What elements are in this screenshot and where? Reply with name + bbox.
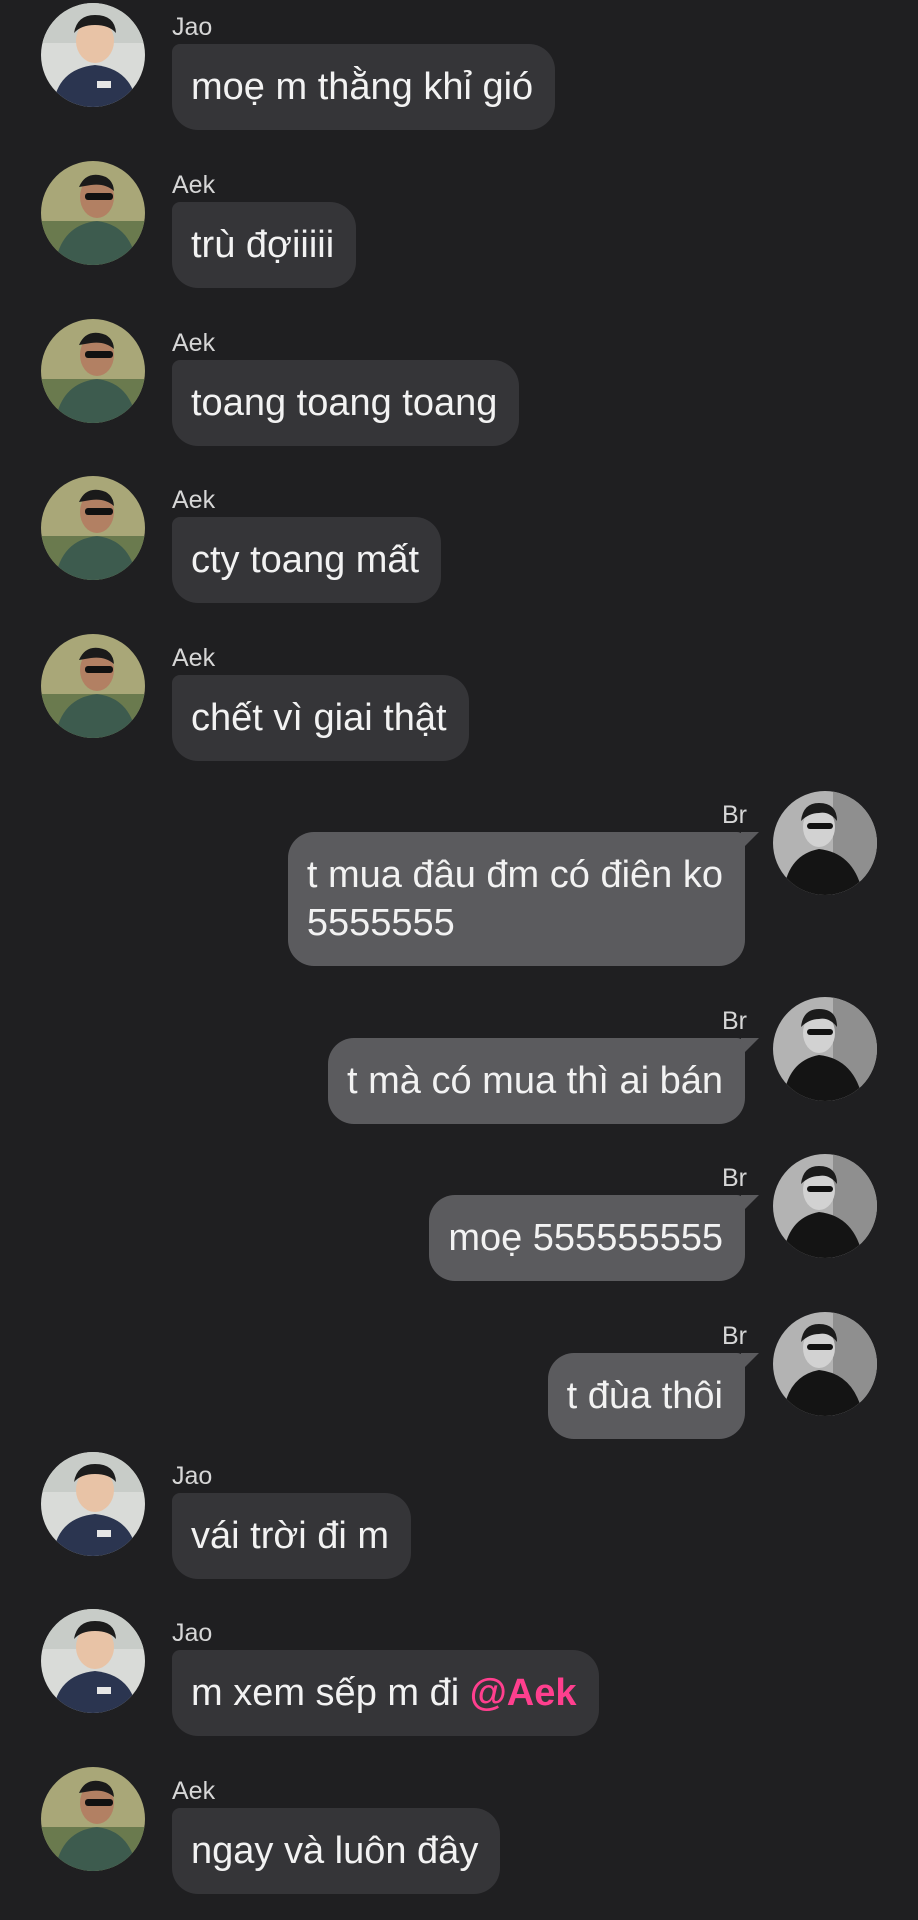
sender-name: Jao [172, 1462, 213, 1490]
sender-name: Br [722, 1007, 747, 1035]
message-bubble[interactable]: toang toang toang [172, 360, 520, 446]
avatar[interactable] [773, 1312, 877, 1416]
sender-name: Br [722, 1164, 747, 1192]
avatar[interactable] [41, 476, 145, 580]
message-bubble[interactable]: vái trời đi m [172, 1493, 412, 1579]
sender-name: Aek [172, 1777, 216, 1805]
message-bubble[interactable]: trù đợiiiii [172, 202, 357, 288]
avatar[interactable] [41, 1767, 145, 1871]
chat-thread[interactable]: Jao moẹ m thằng khỉ gió Aek trù đợiiiii … [0, 0, 918, 1920]
sender-name: Jao [172, 13, 213, 41]
message-bubble[interactable]: t mua đâu đm có điên ko 5555555 [287, 832, 760, 966]
avatar[interactable] [773, 1154, 877, 1258]
message-text: m xem sếp m đi [191, 1672, 470, 1714]
avatar[interactable] [41, 161, 145, 265]
avatar[interactable] [41, 1452, 145, 1556]
sender-name: Aek [172, 329, 216, 357]
avatar[interactable] [41, 1609, 145, 1713]
avatar[interactable] [41, 634, 145, 738]
sender-name: Aek [172, 644, 216, 672]
sender-name: Aek [172, 486, 216, 514]
sender-name: Br [722, 1322, 747, 1350]
mention-link[interactable]: @Aek [470, 1672, 577, 1714]
message-bubble[interactable]: moẹ 555555555 [429, 1195, 759, 1281]
message-bubble[interactable]: cty toang mất [172, 517, 442, 603]
message-bubble[interactable]: ngay và luôn đây [172, 1808, 501, 1894]
message-bubble[interactable]: t đùa thôi [547, 1353, 760, 1439]
sender-name: Jao [172, 1619, 213, 1647]
message-bubble[interactable]: moẹ m thằng khỉ gió [172, 44, 556, 130]
avatar[interactable] [41, 319, 145, 423]
avatar[interactable] [773, 997, 877, 1101]
avatar[interactable] [773, 791, 877, 895]
message-bubble[interactable]: m xem sếp m đi @Aek [172, 1650, 599, 1736]
avatar[interactable] [41, 3, 145, 107]
message-bubble[interactable]: t mà có mua thì ai bán [328, 1038, 759, 1124]
message-bubble[interactable]: chết vì giai thật [172, 675, 469, 761]
sender-name: Aek [172, 171, 216, 199]
sender-name: Br [722, 801, 747, 829]
